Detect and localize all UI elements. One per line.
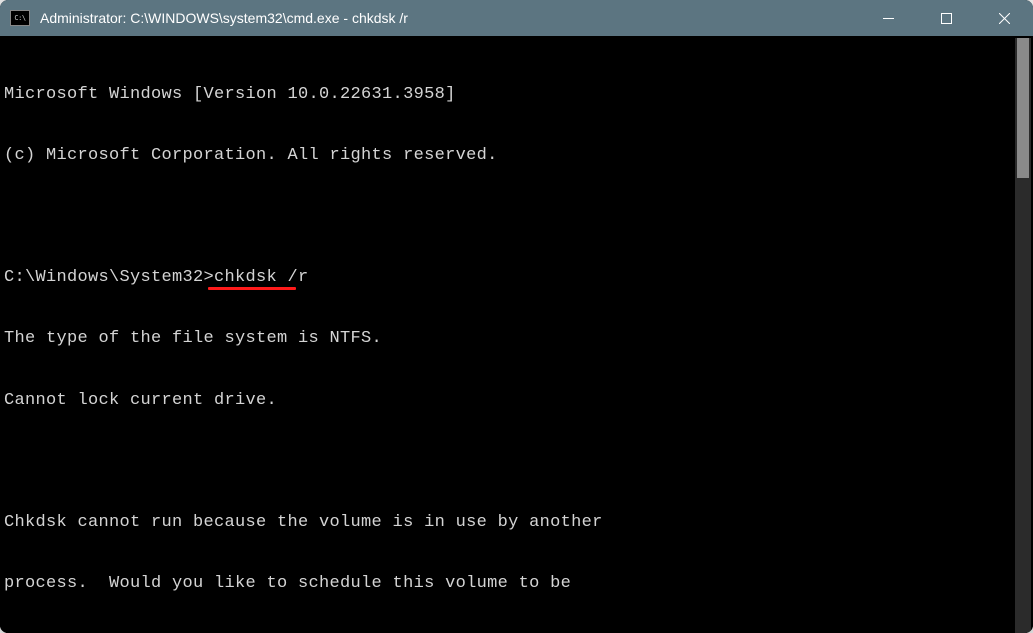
window-controls	[859, 0, 1033, 36]
output-line: (c) Microsoft Corporation. All rights re…	[4, 146, 1013, 166]
terminal-wrapper: Microsoft Windows [Version 10.0.22631.39…	[0, 36, 1033, 633]
minimize-icon	[883, 13, 894, 24]
maximize-button[interactable]	[917, 0, 975, 36]
titlebar[interactable]: C:\ Administrator: C:\WINDOWS\system32\c…	[0, 0, 1033, 36]
terminal-output[interactable]: Microsoft Windows [Version 10.0.22631.39…	[0, 36, 1015, 633]
vertical-scrollbar[interactable]	[1015, 38, 1031, 633]
output-line: process. Would you like to schedule this…	[4, 574, 1013, 594]
minimize-button[interactable]	[859, 0, 917, 36]
command-underline-annotation	[208, 287, 296, 290]
cmd-icon: C:\	[10, 10, 30, 26]
output-line: The type of the file system is NTFS.	[4, 329, 1013, 349]
cmd-window: C:\ Administrator: C:\WINDOWS\system32\c…	[0, 0, 1033, 633]
blank-line	[4, 207, 1013, 227]
output-line: Chkdsk cannot run because the volume is …	[4, 513, 1013, 533]
output-line: Microsoft Windows [Version 10.0.22631.39…	[4, 85, 1013, 105]
blank-line	[4, 452, 1013, 472]
close-button[interactable]	[975, 0, 1033, 36]
prompt-text: C:\Windows\System32>	[4, 268, 214, 287]
window-title: Administrator: C:\WINDOWS\system32\cmd.e…	[40, 10, 859, 26]
scrollbar-thumb[interactable]	[1017, 38, 1029, 178]
prompt-line: C:\Windows\System32>chkdsk /r	[4, 268, 1013, 288]
close-icon	[999, 13, 1010, 24]
command-text: chkdsk /r	[214, 268, 309, 287]
output-line: Cannot lock current drive.	[4, 391, 1013, 411]
cmd-icon-label: C:\	[14, 14, 25, 22]
maximize-icon	[941, 13, 952, 24]
